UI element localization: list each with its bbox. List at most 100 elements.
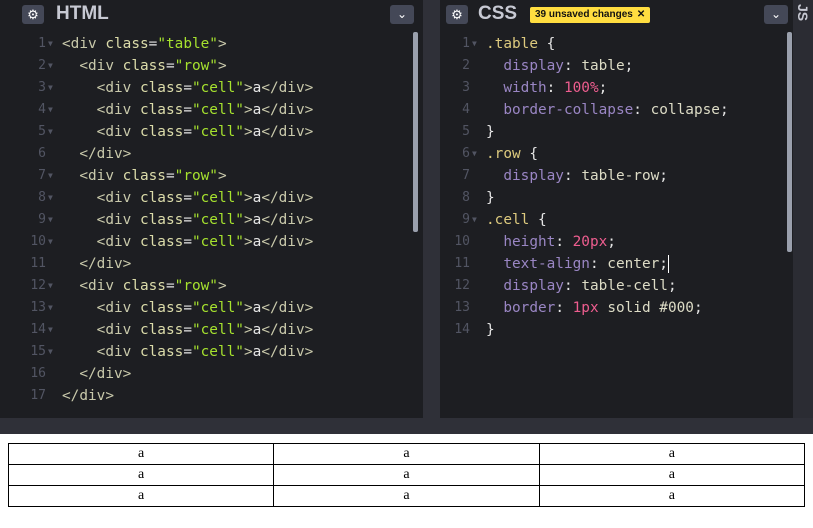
- fold-arrow-icon[interactable]: ▼: [48, 297, 53, 319]
- line-number: 3: [462, 80, 470, 95]
- code-text: </div>: [62, 388, 114, 404]
- code-text: display: table;: [503, 58, 634, 74]
- table-cell: a: [273, 443, 540, 465]
- line-number: 14: [454, 322, 470, 337]
- result-preview: aaaaaaaaa: [0, 434, 813, 528]
- panel-resize-handle[interactable]: [423, 0, 440, 418]
- table-cell: a: [538, 485, 806, 507]
- fold-arrow-icon[interactable]: ▼: [48, 231, 53, 253]
- fold-arrow-icon[interactable]: ▼: [48, 33, 53, 55]
- unsaved-changes-badge[interactable]: 39 unsaved changes ✕: [530, 7, 651, 23]
- fold-arrow-icon[interactable]: ▼: [48, 341, 53, 363]
- fold-arrow-icon[interactable]: ▼: [472, 33, 477, 55]
- chevron-down-icon: ⌄: [770, 7, 782, 21]
- line-number: 2: [38, 58, 46, 73]
- line-number: 4: [38, 102, 46, 117]
- fold-arrow-icon[interactable]: ▼: [48, 121, 53, 143]
- fold-arrow-icon[interactable]: ▼: [48, 77, 53, 99]
- html-scrollbar[interactable]: [413, 32, 418, 232]
- table-cell: a: [538, 443, 806, 465]
- fold-arrow-icon[interactable]: ▼: [48, 187, 53, 209]
- html-panel-title: HTML: [56, 3, 109, 24]
- line-number: 5: [462, 124, 470, 139]
- code-text: <div class="cell">a</div>: [96, 124, 314, 140]
- line-number: 2: [462, 58, 470, 73]
- fold-arrow-icon[interactable]: ▼: [48, 55, 53, 77]
- line-number: 13: [454, 300, 470, 315]
- table-row: aaa: [7, 464, 806, 486]
- code-text: </div>: [79, 256, 132, 272]
- code-text: <div class="cell">a</div>: [96, 80, 314, 96]
- chevron-down-icon: ⌄: [396, 7, 408, 21]
- code-text: <div class="cell">a</div>: [96, 102, 314, 118]
- css-panel-title: CSS: [478, 3, 518, 24]
- gear-icon: ⚙: [451, 7, 463, 22]
- code-text: }: [486, 322, 495, 338]
- code-editor: ⚙ HTML ⌄ 1 ▼ <div class="table"> 2 ▼ <div cl…: [0, 0, 813, 434]
- line-number: 10: [454, 234, 470, 249]
- fold-arrow-icon[interactable]: ▼: [48, 165, 53, 187]
- code-text: <div class="cell">a</div>: [96, 300, 314, 316]
- table-cell: a: [7, 443, 275, 465]
- line-number: 6: [462, 146, 470, 161]
- code-text: display: table-cell;: [503, 278, 677, 294]
- line-number: 17: [30, 388, 46, 403]
- code-text: .table {: [486, 36, 556, 52]
- css-settings-button[interactable]: ⚙: [446, 5, 468, 24]
- line-number: 12: [454, 278, 470, 293]
- result-table: aaaaaaaaa: [7, 443, 806, 507]
- code-text: border: 1px solid #000;: [503, 300, 703, 316]
- line-number: 12: [30, 278, 46, 293]
- line-number: 11: [30, 256, 46, 271]
- line-number: 16: [30, 366, 46, 381]
- line-number: 4: [462, 102, 470, 117]
- css-scrollbar[interactable]: [787, 32, 792, 252]
- close-icon[interactable]: ✕: [637, 9, 645, 20]
- css-collapse-button[interactable]: ⌄: [764, 5, 788, 24]
- unsaved-changes-label: 39 unsaved changes: [535, 9, 633, 20]
- fold-arrow-icon[interactable]: ▼: [48, 319, 53, 341]
- fold-arrow-icon[interactable]: ▼: [48, 99, 53, 121]
- gear-icon: ⚙: [27, 7, 39, 22]
- html-code-area[interactable]: 1 ▼ <div class="table"> 2 ▼ <div class="row"…: [16, 30, 423, 418]
- line-number: 1: [462, 36, 470, 51]
- html-collapse-button[interactable]: ⌄: [390, 5, 414, 24]
- html-settings-button[interactable]: ⚙: [22, 5, 44, 24]
- fold-arrow-icon[interactable]: ▼: [472, 209, 477, 231]
- code-text: .cell {: [486, 212, 547, 228]
- line-number: 7: [38, 168, 46, 183]
- line-number: 3: [38, 80, 46, 95]
- table-cell: a: [7, 485, 275, 507]
- css-code-area[interactable]: 1 ▼ .table {2 display: table; 3 width: 100%…: [440, 30, 793, 418]
- table-cell: a: [273, 485, 540, 507]
- fold-arrow-icon[interactable]: ▼: [48, 209, 53, 231]
- code-text: <div class="cell">a</div>: [96, 234, 314, 250]
- code-text: <div class="cell">a</div>: [96, 212, 314, 228]
- code-text: <div class="row">: [79, 168, 227, 184]
- fold-arrow-icon[interactable]: ▼: [472, 143, 477, 165]
- js-panel-collapsed[interactable]: JS: [793, 0, 813, 418]
- code-text: height: 20px;: [503, 234, 616, 250]
- table-cell: a: [273, 464, 540, 486]
- fold-arrow-icon[interactable]: ▼: [48, 275, 53, 297]
- code-text: </div>: [79, 146, 132, 162]
- line-number: 8: [38, 190, 46, 205]
- line-number: 5: [38, 124, 46, 139]
- css-panel-header: ⚙ CSS 39 unsaved changes ✕ ⌄: [440, 0, 793, 30]
- line-number: 9: [462, 212, 470, 227]
- code-text: text-align: center;: [503, 255, 669, 273]
- editor-resize-bar[interactable]: [0, 418, 813, 434]
- code-text: <div class="cell">a</div>: [96, 344, 314, 360]
- line-number: 13: [30, 300, 46, 315]
- line-number: 14: [30, 322, 46, 337]
- line-number: 11: [454, 256, 470, 271]
- html-panel-header: ⚙ HTML ⌄: [16, 0, 423, 30]
- line-number: 1: [38, 36, 46, 51]
- code-text: <div class="cell">a</div>: [96, 322, 314, 338]
- line-number: 10: [30, 234, 46, 249]
- line-number: 15: [30, 344, 46, 359]
- code-text: border-collapse: collapse;: [503, 102, 729, 118]
- code-text: }: [486, 190, 495, 206]
- table-cell: a: [7, 464, 275, 486]
- code-text: width: 100%;: [503, 80, 608, 96]
